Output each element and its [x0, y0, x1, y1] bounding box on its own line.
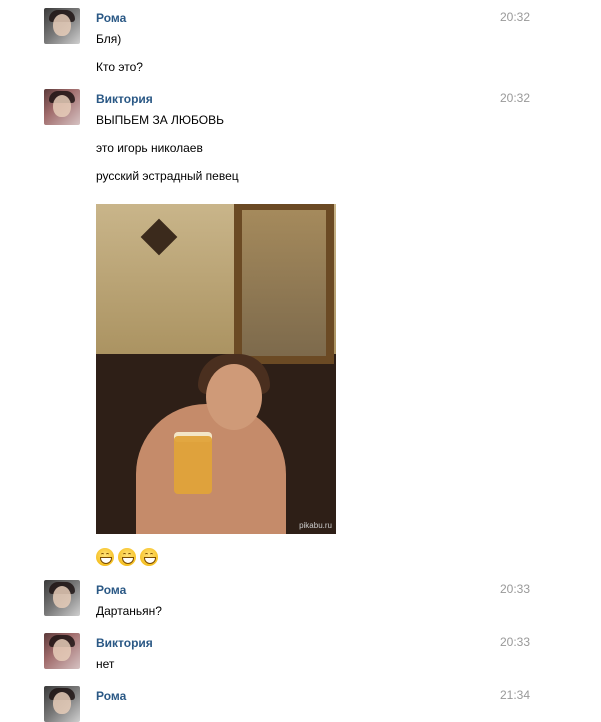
author-name[interactable]: Виктория [96, 636, 153, 650]
grinning-face-icon [118, 548, 136, 566]
message-time[interactable]: 20:33 [500, 582, 530, 596]
message-text: русский эстрадный певец [96, 169, 239, 183]
author-name[interactable]: Виктория [96, 92, 153, 106]
message-text: Бля) [96, 32, 122, 46]
message-text: ВЫПЬЕМ ЗА ЛЮБОВЬ [96, 113, 224, 127]
message-text: это игорь николаев [96, 141, 203, 155]
message-time[interactable]: 21:34 [500, 688, 530, 702]
emoji-row [96, 548, 158, 566]
message-text: Кто это? [96, 60, 143, 74]
message-text: Дартаньян? [96, 604, 162, 618]
grinning-face-icon [96, 548, 114, 566]
avatar[interactable] [44, 89, 80, 125]
avatar[interactable] [44, 580, 80, 616]
photo-watermark: pikabu.ru [299, 521, 332, 530]
avatar[interactable] [44, 8, 80, 44]
author-name[interactable]: Рома [96, 11, 126, 25]
message-time[interactable]: 20:32 [500, 10, 530, 24]
message-time[interactable]: 20:32 [500, 91, 530, 105]
message-item: Рома 20:32 Бля) Кто это? [0, 0, 601, 86]
author-name[interactable]: Рома [96, 583, 126, 597]
avatar[interactable] [44, 633, 80, 669]
message-time[interactable]: 20:33 [500, 635, 530, 649]
message-text: нет [96, 657, 115, 671]
photo-attachment[interactable]: pikabu.ru [96, 204, 336, 534]
avatar[interactable] [44, 686, 80, 722]
author-name[interactable]: Рома [96, 689, 126, 703]
grinning-face-icon [140, 548, 158, 566]
